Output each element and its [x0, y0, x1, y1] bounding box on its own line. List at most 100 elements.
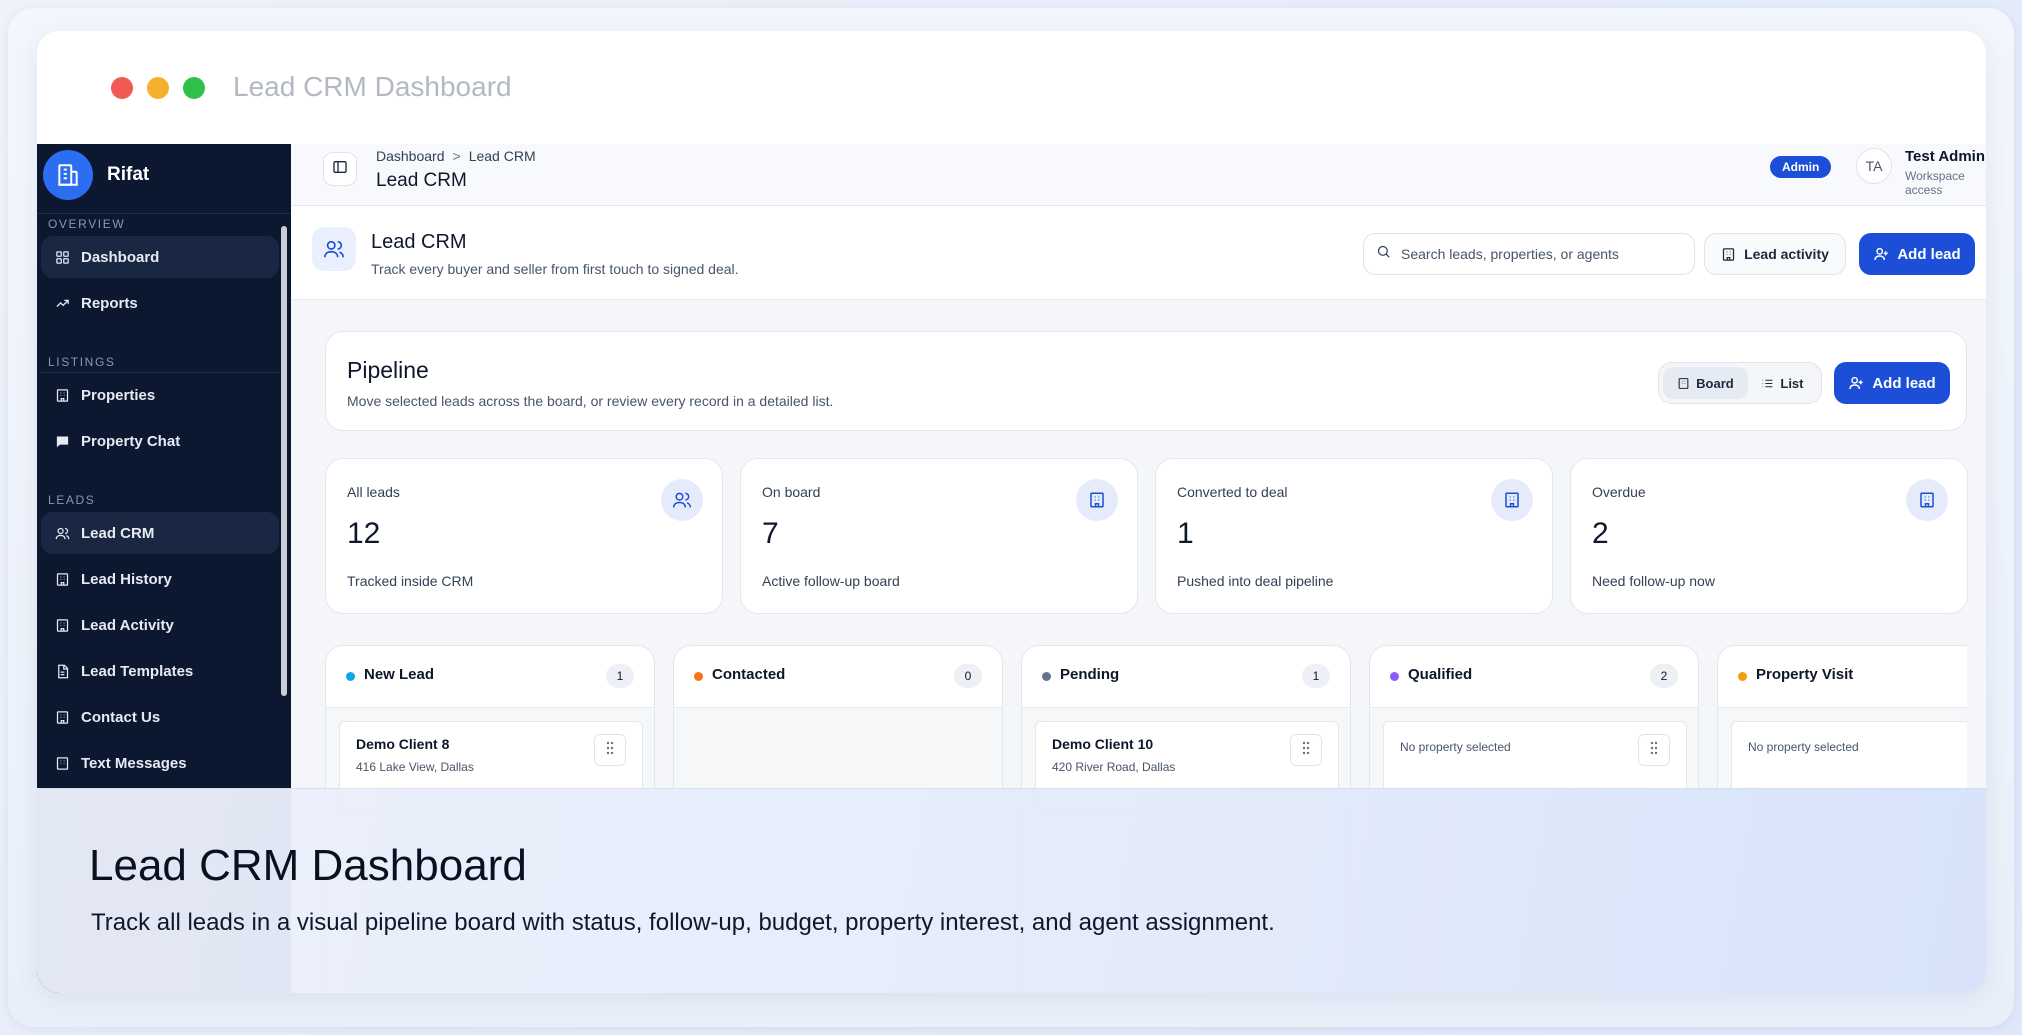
building-icon [1076, 479, 1118, 521]
stat-card-on-board: On board 7 Active follow-up board [740, 458, 1138, 614]
add-user-icon [1873, 246, 1889, 262]
building-icon [1721, 247, 1736, 262]
lead-card-address: 420 River Road, Dallas [1052, 760, 1176, 774]
building-logo-icon [43, 150, 93, 200]
user-name: Test Admin [1905, 148, 1986, 165]
column-title: Pending [1060, 666, 1120, 683]
column-count-badge: 2 [1650, 664, 1678, 688]
divider [41, 372, 283, 373]
status-dot [1738, 672, 1747, 681]
search-input[interactable] [1401, 246, 1671, 262]
column-header: Pending 1 [1022, 646, 1350, 708]
stat-label: Overdue [1592, 484, 1646, 500]
page-title: Lead CRM [376, 170, 467, 191]
lead-card-title: Demo Client 10 [1052, 736, 1154, 752]
drag-handle-icon [605, 741, 615, 760]
add-user-icon [1848, 375, 1864, 391]
maximize-window-button[interactable] [183, 77, 205, 99]
building-icon [53, 708, 71, 726]
sidebar-item-properties[interactable]: Properties [41, 374, 279, 416]
column-header: Qualified 2 [1370, 646, 1698, 708]
search-box[interactable] [1363, 233, 1695, 275]
sidebar-item-label: Dashboard [81, 248, 160, 266]
pipeline-panel: Pipeline Move selected leads across the … [325, 331, 1967, 431]
column-title: New Lead [364, 666, 435, 683]
minimize-window-button[interactable] [147, 77, 169, 99]
list-view-button[interactable]: List [1748, 367, 1817, 399]
stat-card-converted: Converted to deal 1 Pushed into deal pip… [1155, 458, 1553, 614]
stat-note: Need follow-up now [1592, 573, 1715, 589]
user-subtitle: Workspace access [1905, 169, 1965, 197]
lead-card-address: 416 Lake View, Dallas [356, 760, 474, 774]
users-icon [53, 524, 71, 542]
sidebar-item-reports[interactable]: Reports [41, 282, 279, 324]
stat-note: Pushed into deal pipeline [1177, 573, 1334, 589]
stat-value: 12 [347, 517, 381, 550]
caption-subtitle: Track all leads in a visual pipeline boa… [91, 909, 1275, 936]
caption-panel: Lead CRM Dashboard Track all leads in a … [37, 788, 1986, 993]
top-header: Dashboard > Lead CRM Lead CRM Admin TA Tes… [291, 144, 1986, 206]
sidebar-scrollbar[interactable] [281, 226, 287, 696]
drag-handle-icon [1301, 741, 1311, 760]
sidebar-item-label: Properties [81, 386, 156, 404]
sidebar-item-label: Lead Templates [81, 662, 194, 680]
status-dot [694, 672, 703, 681]
stat-label: On board [762, 484, 821, 500]
pipeline-title: Pipeline [347, 357, 429, 383]
sidebar-item-lead-history[interactable]: Lead History [41, 558, 279, 600]
stat-label: Converted to deal [1177, 484, 1288, 500]
drag-handle[interactable] [1638, 734, 1670, 766]
sidebar-item-dashboard[interactable]: Dashboard [41, 236, 279, 278]
stat-label: All leads [347, 484, 400, 500]
add-lead-button[interactable]: Add lead [1859, 233, 1975, 275]
sidebar-item-text-messages[interactable]: Text Messages [41, 742, 279, 784]
sidebar-item-contact-us[interactable]: Contact Us [41, 696, 279, 738]
sidebar-item-lead-crm[interactable]: Lead CRM [41, 512, 279, 554]
stat-card-overdue: Overdue 2 Need follow-up now [1570, 458, 1968, 614]
lead-card-property: No property selected [1400, 740, 1511, 754]
stat-note: Active follow-up board [762, 573, 900, 589]
lead-activity-button[interactable]: Lead activity [1704, 233, 1846, 275]
brand[interactable]: Rifat [43, 150, 149, 200]
column-title: Property Visit [1756, 666, 1854, 683]
avatar[interactable]: TA [1856, 148, 1892, 184]
sidebar-toggle-button[interactable] [323, 152, 357, 186]
column-header: Contacted 0 [674, 646, 1002, 708]
pipeline-add-lead-button[interactable]: Add lead [1834, 362, 1950, 404]
drag-handle[interactable] [594, 734, 626, 766]
stat-note: Tracked inside CRM [347, 573, 474, 589]
drag-handle[interactable] [1290, 734, 1322, 766]
panel-toggle-icon [332, 159, 348, 180]
divider [37, 213, 291, 214]
section-label-overview: OVERVIEW [48, 217, 126, 231]
caption-title: Lead CRM Dashboard [89, 841, 527, 890]
board-view-button[interactable]: Board [1663, 367, 1748, 399]
section-label-listings: LISTINGS [48, 355, 116, 369]
sidebar-item-lead-activity[interactable]: Lead Activity [41, 604, 279, 646]
sidebar-item-property-chat[interactable]: Property Chat [41, 420, 279, 462]
section-title: Lead CRM [371, 231, 467, 253]
stat-card-all-leads: All leads 12 Tracked inside CRM [325, 458, 723, 614]
search-icon [1376, 244, 1391, 264]
trend-icon [53, 294, 71, 312]
breadcrumb-dashboard-link[interactable]: Dashboard [376, 148, 445, 164]
close-window-button[interactable] [111, 77, 133, 99]
building-icon [53, 616, 71, 634]
grid-icon [53, 248, 71, 266]
brand-name: Rifat [107, 164, 150, 185]
sidebar-item-label: Text Messages [81, 754, 187, 772]
sidebar-item-label: Reports [81, 294, 138, 312]
lead-card-title: Demo Client 8 [356, 736, 450, 752]
section-label-leads: LEADS [48, 493, 96, 507]
role-badge: Admin [1770, 156, 1832, 178]
button-label: Add lead [1897, 245, 1961, 263]
sidebar-item-lead-templates[interactable]: Lead Templates [41, 650, 279, 692]
building-icon [1906, 479, 1948, 521]
column-header: Property Visit [1718, 646, 1967, 708]
column-title: Contacted [712, 666, 786, 683]
file-icon [53, 662, 71, 680]
building-icon [53, 570, 71, 588]
chat-icon [53, 432, 71, 450]
users-icon [661, 479, 703, 521]
page-header: Lead CRM Track every buyer and seller fr… [291, 206, 1986, 300]
